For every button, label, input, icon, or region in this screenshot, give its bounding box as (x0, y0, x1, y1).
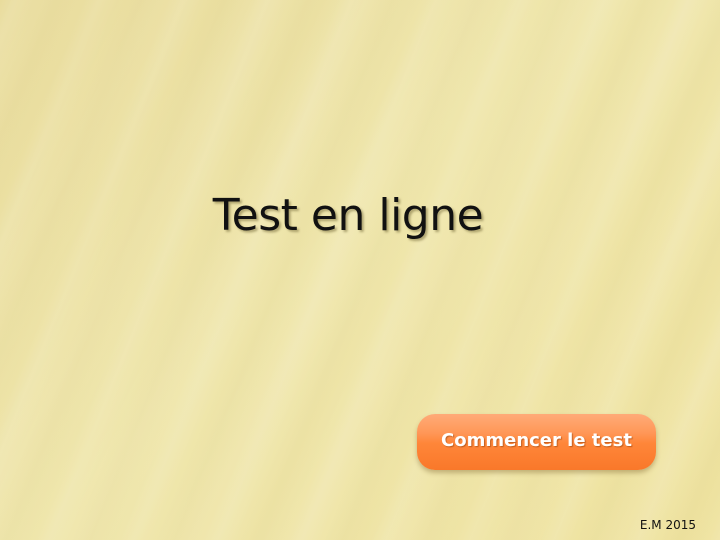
credit-text: E.M 2015 (639, 518, 696, 532)
slide-canvas: Test en ligne Commencer le test E.M 2015 (0, 0, 720, 540)
start-test-button-label: Commencer le test (441, 429, 632, 451)
page-title: Test en ligne (212, 190, 484, 241)
start-test-button[interactable]: Commencer le test (417, 414, 656, 470)
